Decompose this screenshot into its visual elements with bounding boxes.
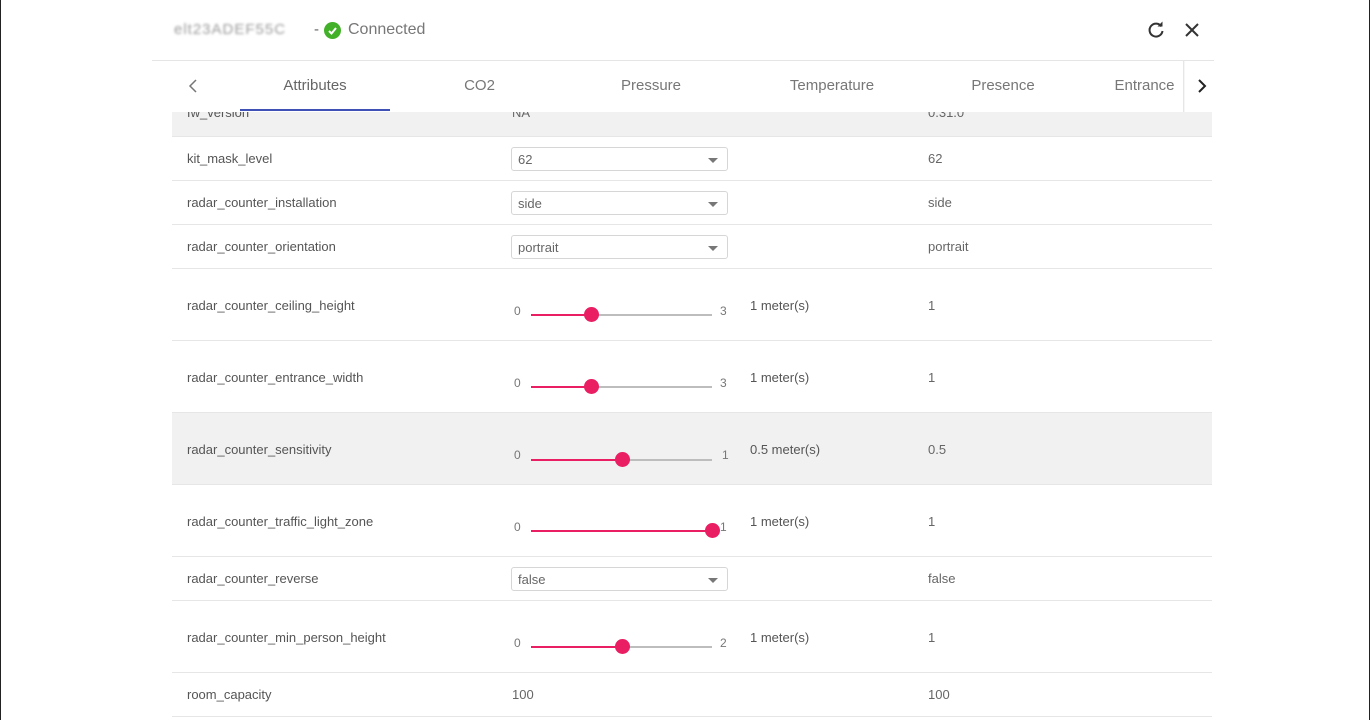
table-row: radar_counter_installation side side [172, 181, 1212, 225]
slider-fill [531, 386, 592, 388]
attribute-current-value: 0.5 [928, 442, 947, 457]
slider-fill [531, 530, 712, 532]
slider-min-label: 0 [514, 304, 521, 318]
caret-down-icon [708, 158, 718, 163]
attribute-current-value: 62 [928, 151, 943, 166]
table-row: fw_version NA 0.31.0 [172, 112, 1212, 137]
slider-thumb[interactable] [614, 639, 630, 654]
slider-thumb[interactable] [584, 379, 600, 394]
reverse-select[interactable]: false [511, 567, 728, 591]
attribute-name: radar_counter_sensitivity [187, 442, 332, 457]
close-icon[interactable] [1182, 20, 1202, 40]
slider-min-label: 0 [514, 448, 521, 462]
attribute-name: radar_counter_ceiling_height [187, 298, 355, 313]
device-dialog: elt23ADEF55C - Connected Attributes CO2 … [152, 0, 1214, 720]
slider-min-label: 0 [514, 520, 521, 534]
tab-pressure[interactable]: Pressure [596, 61, 706, 111]
slider-value-label: 1 meter(s) [750, 370, 810, 385]
connected-check-icon [324, 22, 341, 39]
tab-entrance[interactable]: Entrance [1107, 61, 1182, 111]
table-row: radar_counter_sensitivity 0 1 0.5 meter(… [172, 413, 1212, 485]
table-row: room_capacity 100 100 [172, 673, 1212, 717]
installation-select[interactable]: side [511, 191, 728, 215]
attribute-current-value: portrait [928, 239, 969, 254]
attribute-current-value: 1 [928, 630, 936, 645]
min-person-height-slider[interactable] [531, 639, 712, 654]
attribute-name: radar_counter_entrance_width [187, 370, 364, 385]
attribute-current-value: 0.31.0 [928, 112, 965, 120]
table-row: radar_counter_entrance_width 0 3 1 meter… [172, 341, 1212, 413]
slider-min-label: 0 [514, 636, 521, 650]
attribute-current-value: side [928, 195, 952, 210]
orientation-select[interactable]: portrait [511, 235, 728, 259]
table-row: kit_mask_level 62 62 [172, 137, 1212, 181]
slider-fill [531, 459, 622, 461]
select-value: portrait [518, 240, 559, 255]
caret-down-icon [708, 246, 718, 251]
tab-bar: Attributes CO2 Pressure Temperature Pres… [152, 60, 1214, 113]
active-tab-indicator [240, 109, 390, 111]
slider-max-label: 3 [720, 304, 727, 318]
attribute-value: 100 [512, 687, 534, 702]
attribute-name: radar_counter_traffic_light_zone [187, 514, 374, 529]
connection-status: Connected [348, 21, 426, 38]
window-border-left [0, 0, 1, 720]
attribute-current-value: 1 [928, 298, 936, 313]
tab-attributes[interactable]: Attributes [240, 61, 390, 111]
attribute-name: fw_version [187, 112, 250, 120]
table-row: radar_counter_min_person_height 0 2 1 me… [172, 601, 1212, 673]
traffic-light-zone-slider[interactable] [531, 523, 720, 538]
table-row: radar_counter_traffic_light_zone 0 1 1 m… [172, 485, 1212, 557]
slider-thumb[interactable] [584, 307, 600, 322]
kit-mask-level-select[interactable]: 62 [511, 147, 728, 171]
select-value: side [518, 196, 542, 211]
select-value: false [518, 572, 546, 587]
attribute-name: radar_counter_installation [187, 195, 337, 210]
attributes-table: fw_version NA 0.31.0 kit_mask_level 62 6… [172, 112, 1212, 717]
attribute-name: room_capacity [187, 687, 272, 702]
caret-down-icon [708, 578, 718, 583]
chevron-left-icon[interactable] [184, 76, 204, 96]
slider-max-label: 3 [720, 376, 727, 390]
slider-thumb[interactable] [705, 523, 720, 538]
slider-thumb[interactable] [614, 452, 630, 467]
attribute-value: NA [512, 112, 531, 120]
slider-max-label: 2 [720, 636, 727, 650]
tab-presence[interactable]: Presence [948, 61, 1058, 111]
refresh-icon[interactable] [1146, 20, 1166, 40]
device-id: elt23ADEF55C [174, 21, 287, 38]
attribute-name: radar_counter_min_person_height [187, 630, 386, 645]
entrance-width-slider[interactable] [531, 379, 712, 394]
tab-co2[interactable]: CO2 [442, 61, 517, 111]
attribute-current-value: 1 [928, 514, 936, 529]
slider-max-label: 1 [722, 448, 729, 462]
attribute-current-value: false [928, 571, 956, 586]
tab-scroll-shadow [1183, 61, 1185, 113]
slider-value-label: 1 meter(s) [750, 298, 810, 313]
title-separator: - [314, 21, 319, 38]
caret-down-icon [708, 202, 718, 207]
ceiling-height-slider[interactable] [531, 307, 712, 322]
attribute-name: radar_counter_orientation [187, 239, 336, 254]
attribute-current-value: 1 [928, 370, 936, 385]
tab-temperature[interactable]: Temperature [767, 61, 897, 111]
sensitivity-slider[interactable] [531, 452, 712, 467]
table-row: radar_counter_ceiling_height 0 3 1 meter… [172, 269, 1212, 341]
chevron-right-icon[interactable] [1192, 76, 1212, 96]
slider-min-label: 0 [514, 376, 521, 390]
attribute-current-value: 100 [928, 687, 950, 702]
attribute-name: kit_mask_level [187, 151, 273, 166]
slider-value-label: 1 meter(s) [750, 630, 810, 645]
slider-value-label: 0.5 meter(s) [750, 442, 821, 457]
dialog-header: elt23ADEF55C - Connected [152, 0, 1214, 60]
attribute-name: radar_counter_reverse [187, 571, 319, 586]
table-row: radar_counter_orientation portrait portr… [172, 225, 1212, 269]
slider-fill [531, 314, 592, 316]
slider-fill [531, 646, 622, 648]
table-row: radar_counter_reverse false false [172, 557, 1212, 601]
slider-value-label: 1 meter(s) [750, 514, 810, 529]
select-value: 62 [518, 152, 533, 167]
slider-max-label: 1 [720, 520, 727, 534]
